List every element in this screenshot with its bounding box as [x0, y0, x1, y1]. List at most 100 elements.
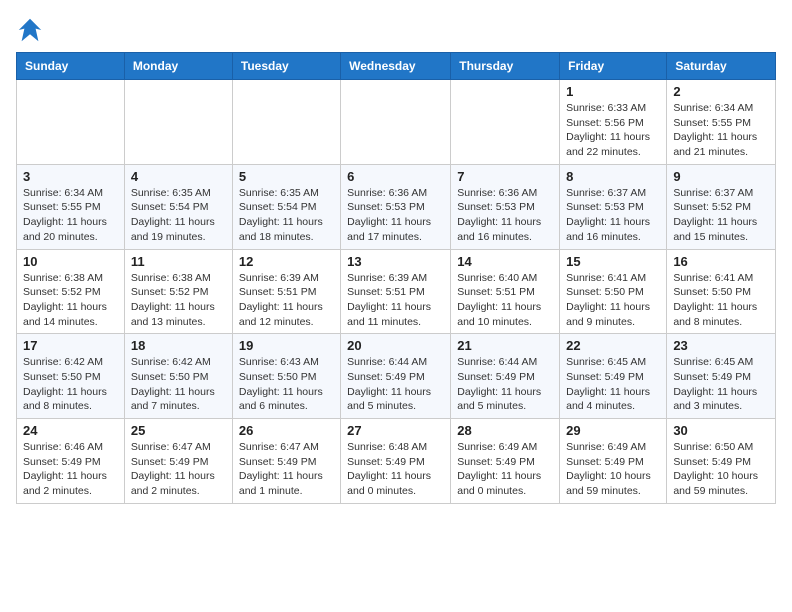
day-number: 26 — [239, 423, 334, 438]
calendar-cell: 19 Sunrise: 6:43 AM Sunset: 5:50 PM Dayli… — [232, 334, 340, 419]
day-number: 17 — [23, 338, 118, 353]
calendar-cell — [17, 80, 125, 165]
calendar-cell: 28 Sunrise: 6:49 AM Sunset: 5:49 PM Dayli… — [451, 419, 560, 504]
day-info: Sunrise: 6:47 AM Sunset: 5:49 PM Dayligh… — [131, 440, 226, 499]
calendar-cell — [451, 80, 560, 165]
day-number: 23 — [673, 338, 769, 353]
day-info: Sunrise: 6:41 AM Sunset: 5:50 PM Dayligh… — [566, 271, 660, 330]
calendar-header-sunday: Sunday — [17, 53, 125, 80]
calendar-cell — [341, 80, 451, 165]
day-info: Sunrise: 6:49 AM Sunset: 5:49 PM Dayligh… — [457, 440, 553, 499]
day-info: Sunrise: 6:39 AM Sunset: 5:51 PM Dayligh… — [347, 271, 444, 330]
day-info: Sunrise: 6:49 AM Sunset: 5:49 PM Dayligh… — [566, 440, 660, 499]
day-number: 18 — [131, 338, 226, 353]
day-number: 2 — [673, 84, 769, 99]
day-number: 25 — [131, 423, 226, 438]
day-number: 20 — [347, 338, 444, 353]
calendar-cell: 1 Sunrise: 6:33 AM Sunset: 5:56 PM Daylig… — [560, 80, 667, 165]
calendar-cell: 18 Sunrise: 6:42 AM Sunset: 5:50 PM Dayli… — [124, 334, 232, 419]
day-number: 4 — [131, 169, 226, 184]
day-info: Sunrise: 6:34 AM Sunset: 5:55 PM Dayligh… — [23, 186, 118, 245]
calendar-cell: 25 Sunrise: 6:47 AM Sunset: 5:49 PM Dayli… — [124, 419, 232, 504]
day-number: 15 — [566, 254, 660, 269]
calendar-header-monday: Monday — [124, 53, 232, 80]
day-number: 19 — [239, 338, 334, 353]
calendar-header-row: SundayMondayTuesdayWednesdayThursdayFrid… — [17, 53, 776, 80]
day-info: Sunrise: 6:34 AM Sunset: 5:55 PM Dayligh… — [673, 101, 769, 160]
calendar-cell: 6 Sunrise: 6:36 AM Sunset: 5:53 PM Daylig… — [341, 164, 451, 249]
calendar-cell: 17 Sunrise: 6:42 AM Sunset: 5:50 PM Dayli… — [17, 334, 125, 419]
day-number: 24 — [23, 423, 118, 438]
calendar-header-wednesday: Wednesday — [341, 53, 451, 80]
calendar-week-0: 1 Sunrise: 6:33 AM Sunset: 5:56 PM Daylig… — [17, 80, 776, 165]
calendar-cell: 11 Sunrise: 6:38 AM Sunset: 5:52 PM Dayli… — [124, 249, 232, 334]
day-info: Sunrise: 6:44 AM Sunset: 5:49 PM Dayligh… — [457, 355, 553, 414]
day-info: Sunrise: 6:43 AM Sunset: 5:50 PM Dayligh… — [239, 355, 334, 414]
calendar-cell: 29 Sunrise: 6:49 AM Sunset: 5:49 PM Dayli… — [560, 419, 667, 504]
calendar-cell: 8Sunrise: 6:37 AM Sunset: 5:53 PM Daylig… — [560, 164, 667, 249]
day-number: 28 — [457, 423, 553, 438]
calendar-cell: 26 Sunrise: 6:47 AM Sunset: 5:49 PM Dayli… — [232, 419, 340, 504]
calendar-cell: 15 Sunrise: 6:41 AM Sunset: 5:50 PM Dayli… — [560, 249, 667, 334]
logo-bird-icon — [16, 16, 44, 44]
day-number: 29 — [566, 423, 660, 438]
day-info: Sunrise: 6:37 AM Sunset: 5:52 PM Dayligh… — [673, 186, 769, 245]
day-number: 7 — [457, 169, 553, 184]
calendar-cell: 30 Sunrise: 6:50 AM Sunset: 5:49 PM Dayli… — [667, 419, 776, 504]
day-number: 14 — [457, 254, 553, 269]
day-number: 27 — [347, 423, 444, 438]
day-number: 12 — [239, 254, 334, 269]
day-number: 10 — [23, 254, 118, 269]
day-number: 30 — [673, 423, 769, 438]
calendar-cell: 22 Sunrise: 6:45 AM Sunset: 5:49 PM Dayli… — [560, 334, 667, 419]
calendar-cell: 21 Sunrise: 6:44 AM Sunset: 5:49 PM Dayli… — [451, 334, 560, 419]
day-number: 1 — [566, 84, 660, 99]
calendar-week-4: 24 Sunrise: 6:46 AM Sunset: 5:49 PM Dayli… — [17, 419, 776, 504]
day-number: 21 — [457, 338, 553, 353]
logo — [16, 16, 48, 44]
calendar-header-tuesday: Tuesday — [232, 53, 340, 80]
day-info: Sunrise: 6:41 AM Sunset: 5:50 PM Dayligh… — [673, 271, 769, 330]
calendar-cell: 4 Sunrise: 6:35 AM Sunset: 5:54 PM Daylig… — [124, 164, 232, 249]
calendar-cell — [232, 80, 340, 165]
calendar-cell: 14 Sunrise: 6:40 AM Sunset: 5:51 PM Dayli… — [451, 249, 560, 334]
day-info: Sunrise: 6:45 AM Sunset: 5:49 PM Dayligh… — [566, 355, 660, 414]
calendar-cell: 16 Sunrise: 6:41 AM Sunset: 5:50 PM Dayli… — [667, 249, 776, 334]
calendar-cell: 13 Sunrise: 6:39 AM Sunset: 5:51 PM Dayli… — [341, 249, 451, 334]
day-info: Sunrise: 6:38 AM Sunset: 5:52 PM Dayligh… — [131, 271, 226, 330]
calendar-cell — [124, 80, 232, 165]
day-info: Sunrise: 6:39 AM Sunset: 5:51 PM Dayligh… — [239, 271, 334, 330]
day-info: Sunrise: 6:44 AM Sunset: 5:49 PM Dayligh… — [347, 355, 444, 414]
day-info: Sunrise: 6:33 AM Sunset: 5:56 PM Dayligh… — [566, 101, 660, 160]
calendar-cell: 10 Sunrise: 6:38 AM Sunset: 5:52 PM Dayli… — [17, 249, 125, 334]
calendar-header-friday: Friday — [560, 53, 667, 80]
day-info: Sunrise: 6:42 AM Sunset: 5:50 PM Dayligh… — [23, 355, 118, 414]
page-header — [16, 16, 776, 44]
day-number: 13 — [347, 254, 444, 269]
calendar-table: SundayMondayTuesdayWednesdayThursdayFrid… — [16, 52, 776, 504]
calendar-cell: 5Sunrise: 6:35 AM Sunset: 5:54 PM Daylig… — [232, 164, 340, 249]
calendar-cell: 9 Sunrise: 6:37 AM Sunset: 5:52 PM Daylig… — [667, 164, 776, 249]
day-info: Sunrise: 6:35 AM Sunset: 5:54 PM Dayligh… — [131, 186, 226, 245]
calendar-cell: 2 Sunrise: 6:34 AM Sunset: 5:55 PM Daylig… — [667, 80, 776, 165]
day-number: 9 — [673, 169, 769, 184]
day-info: Sunrise: 6:38 AM Sunset: 5:52 PM Dayligh… — [23, 271, 118, 330]
day-info: Sunrise: 6:50 AM Sunset: 5:49 PM Dayligh… — [673, 440, 769, 499]
day-info: Sunrise: 6:46 AM Sunset: 5:49 PM Dayligh… — [23, 440, 118, 499]
day-number: 8 — [566, 169, 660, 184]
day-number: 6 — [347, 169, 444, 184]
calendar-week-1: 3Sunrise: 6:34 AM Sunset: 5:55 PM Daylig… — [17, 164, 776, 249]
day-number: 16 — [673, 254, 769, 269]
day-info: Sunrise: 6:36 AM Sunset: 5:53 PM Dayligh… — [347, 186, 444, 245]
day-info: Sunrise: 6:48 AM Sunset: 5:49 PM Dayligh… — [347, 440, 444, 499]
day-number: 22 — [566, 338, 660, 353]
day-info: Sunrise: 6:45 AM Sunset: 5:49 PM Dayligh… — [673, 355, 769, 414]
calendar-cell: 23 Sunrise: 6:45 AM Sunset: 5:49 PM Dayli… — [667, 334, 776, 419]
calendar-header-thursday: Thursday — [451, 53, 560, 80]
day-info: Sunrise: 6:47 AM Sunset: 5:49 PM Dayligh… — [239, 440, 334, 499]
day-info: Sunrise: 6:40 AM Sunset: 5:51 PM Dayligh… — [457, 271, 553, 330]
calendar-cell: 7Sunrise: 6:36 AM Sunset: 5:53 PM Daylig… — [451, 164, 560, 249]
calendar-cell: 12 Sunrise: 6:39 AM Sunset: 5:51 PM Dayli… — [232, 249, 340, 334]
day-number: 11 — [131, 254, 226, 269]
day-info: Sunrise: 6:42 AM Sunset: 5:50 PM Dayligh… — [131, 355, 226, 414]
